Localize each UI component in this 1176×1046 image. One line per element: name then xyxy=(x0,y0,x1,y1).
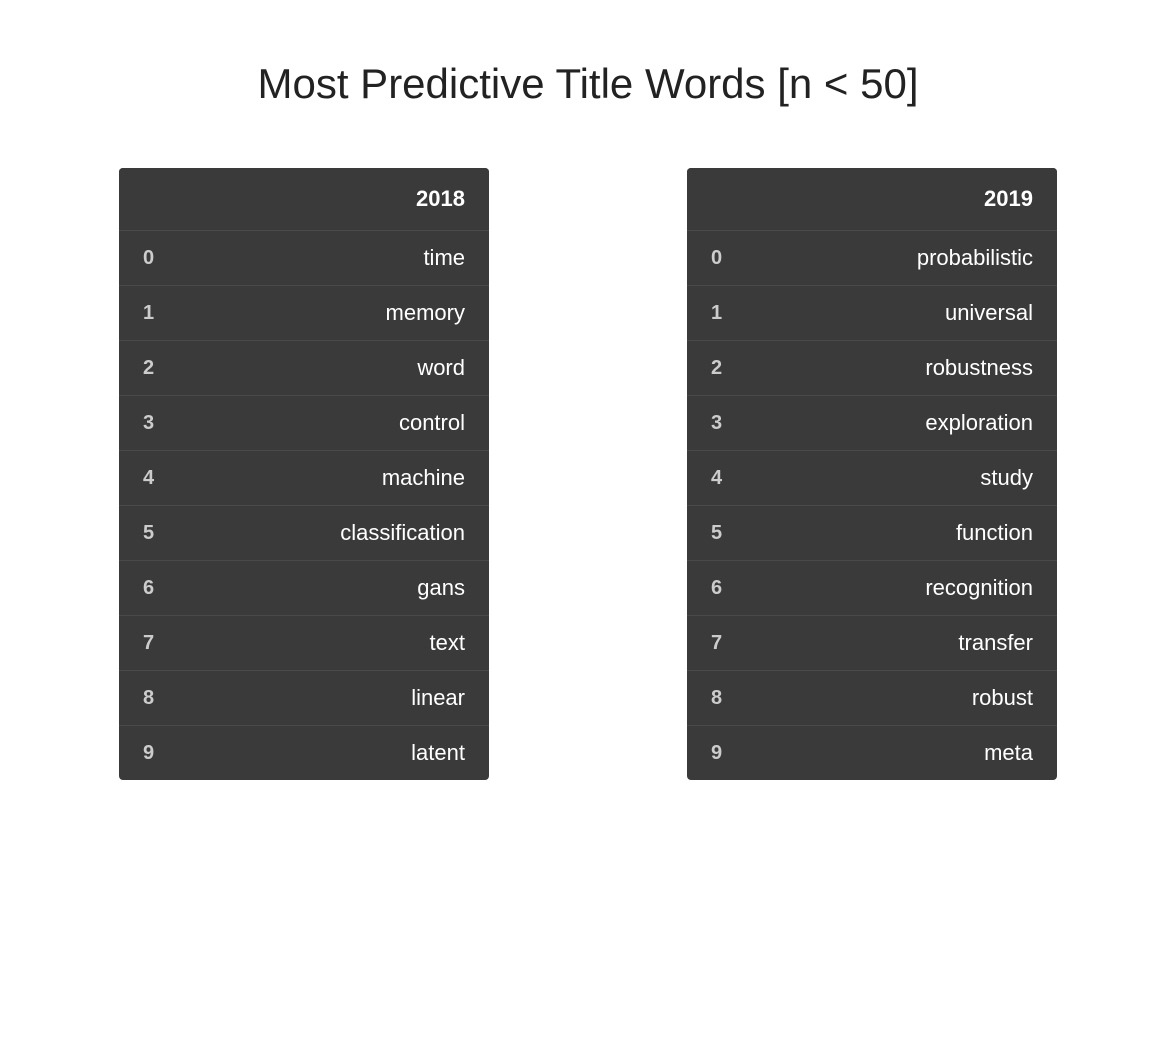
table-row: 2robustness xyxy=(687,341,1057,396)
table-row: 1universal xyxy=(687,286,1057,341)
row-value: latent xyxy=(183,740,465,766)
row-index: 9 xyxy=(143,742,183,765)
table-row: 0probabilistic xyxy=(687,231,1057,286)
table-row: 0time xyxy=(119,231,489,286)
row-value: meta xyxy=(751,740,1033,766)
row-value: linear xyxy=(183,685,465,711)
table-row: 8linear xyxy=(119,671,489,726)
row-value: gans xyxy=(183,575,465,601)
row-index: 7 xyxy=(143,632,183,655)
table-row: 7transfer xyxy=(687,616,1057,671)
row-index: 6 xyxy=(711,577,751,600)
table-row: 7text xyxy=(119,616,489,671)
row-index: 0 xyxy=(711,247,751,270)
row-index: 0 xyxy=(143,247,183,270)
table-row: 5function xyxy=(687,506,1057,561)
table-row: 9latent xyxy=(119,726,489,780)
row-value: function xyxy=(751,520,1033,546)
table-row: 8robust xyxy=(687,671,1057,726)
table-row: 3control xyxy=(119,396,489,451)
table-2019: 2019 0probabilistic1universal2robustness… xyxy=(687,168,1057,780)
row-index: 5 xyxy=(143,522,183,545)
row-index: 4 xyxy=(711,467,751,490)
row-value: exploration xyxy=(751,410,1033,436)
table-row: 6gans xyxy=(119,561,489,616)
row-index: 9 xyxy=(711,742,751,765)
table-row: 6recognition xyxy=(687,561,1057,616)
row-value: study xyxy=(751,465,1033,491)
table-row: 4study xyxy=(687,451,1057,506)
table-row: 2word xyxy=(119,341,489,396)
table-row: 1memory xyxy=(119,286,489,341)
table-2018-header: 2018 xyxy=(119,168,489,231)
table-2019-header: 2019 xyxy=(687,168,1057,231)
row-value: universal xyxy=(751,300,1033,326)
row-value: machine xyxy=(183,465,465,491)
row-value: time xyxy=(183,245,465,271)
row-value: memory xyxy=(183,300,465,326)
row-index: 7 xyxy=(711,632,751,655)
row-index: 6 xyxy=(143,577,183,600)
table-2018: 2018 0time1memory2word3control4machine5c… xyxy=(119,168,489,780)
table-row: 9meta xyxy=(687,726,1057,780)
row-index: 5 xyxy=(711,522,751,545)
row-index: 3 xyxy=(711,412,751,435)
row-value: probabilistic xyxy=(751,245,1033,271)
row-value: control xyxy=(183,410,465,436)
row-value: text xyxy=(183,630,465,656)
row-value: word xyxy=(183,355,465,381)
row-index: 1 xyxy=(711,302,751,325)
table-row: 4machine xyxy=(119,451,489,506)
table-row: 3exploration xyxy=(687,396,1057,451)
row-value: robust xyxy=(751,685,1033,711)
row-value: recognition xyxy=(751,575,1033,601)
row-index: 2 xyxy=(143,357,183,380)
row-index: 4 xyxy=(143,467,183,490)
row-value: classification xyxy=(183,520,465,546)
page-title: Most Predictive Title Words [n < 50] xyxy=(258,60,919,108)
row-index: 1 xyxy=(143,302,183,325)
row-index: 3 xyxy=(143,412,183,435)
row-index: 8 xyxy=(711,687,751,710)
row-index: 8 xyxy=(143,687,183,710)
row-value: robustness xyxy=(751,355,1033,381)
row-value: transfer xyxy=(751,630,1033,656)
table-row: 5classification xyxy=(119,506,489,561)
row-index: 2 xyxy=(711,357,751,380)
tables-container: 2018 0time1memory2word3control4machine5c… xyxy=(20,168,1156,780)
